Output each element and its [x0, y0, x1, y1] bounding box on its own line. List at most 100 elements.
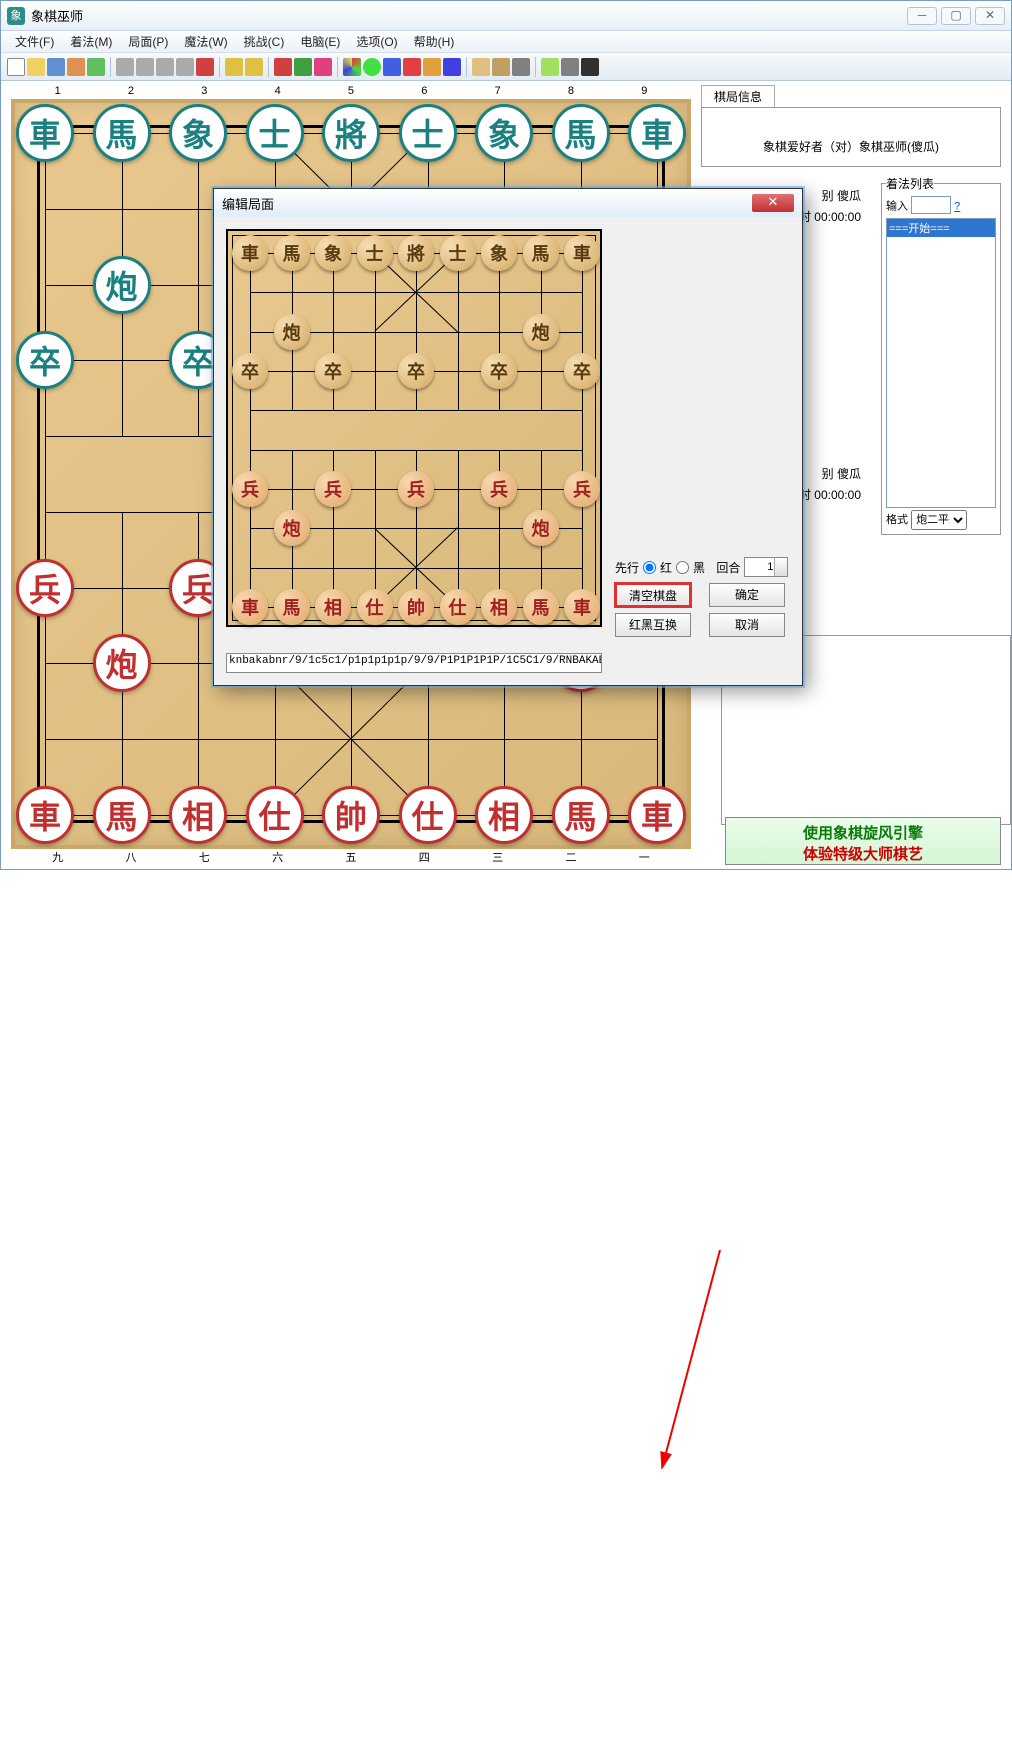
- piece[interactable]: 士: [246, 104, 304, 162]
- screen-icon[interactable]: [383, 58, 401, 76]
- mini-piece[interactable]: 兵: [398, 471, 434, 507]
- menu-computer[interactable]: 电脑(E): [292, 33, 348, 50]
- laptop-icon[interactable]: [512, 58, 530, 76]
- minimize-button[interactable]: ─: [907, 7, 937, 25]
- save-icon[interactable]: [47, 58, 65, 76]
- banner[interactable]: 使用象棋旋风引擎 体验特级大师棋艺: [725, 817, 1001, 865]
- piece[interactable]: 馬: [93, 104, 151, 162]
- piece[interactable]: 士: [399, 104, 457, 162]
- computer-icon[interactable]: [561, 58, 579, 76]
- mini-piece[interactable]: 馬: [274, 235, 310, 271]
- piece[interactable]: 相: [169, 786, 227, 844]
- piece[interactable]: 相: [475, 786, 533, 844]
- next-icon[interactable]: [156, 58, 174, 76]
- mini-piece[interactable]: 相: [481, 589, 517, 625]
- clear-board-button[interactable]: 清空棋盘: [615, 583, 691, 607]
- piece[interactable]: 卒: [16, 331, 74, 389]
- mini-piece[interactable]: 兵: [481, 471, 517, 507]
- prev-icon[interactable]: [136, 58, 154, 76]
- mini-piece[interactable]: 車: [564, 235, 600, 271]
- mini-piece[interactable]: 卒: [398, 353, 434, 389]
- swap-colors-button[interactable]: 红黑互换: [615, 613, 691, 637]
- rec-icon[interactable]: [274, 58, 292, 76]
- colorwheel-icon[interactable]: [343, 58, 361, 76]
- notebook-icon[interactable]: [472, 58, 490, 76]
- side-red-radio[interactable]: [643, 561, 656, 574]
- green-ball-icon[interactable]: [363, 58, 381, 76]
- menu-options[interactable]: 选项(O): [348, 33, 405, 50]
- grid-icon[interactable]: [314, 58, 332, 76]
- mini-piece[interactable]: 仕: [440, 589, 476, 625]
- mini-piece[interactable]: 將: [398, 235, 434, 271]
- export-icon[interactable]: [87, 58, 105, 76]
- piece[interactable]: 象: [475, 104, 533, 162]
- piece[interactable]: 馬: [93, 786, 151, 844]
- sound-icon[interactable]: [541, 58, 559, 76]
- mini-piece[interactable]: 車: [232, 589, 268, 625]
- cancel-button[interactable]: 取消: [709, 613, 785, 637]
- mini-piece[interactable]: 炮: [523, 314, 559, 350]
- open-icon[interactable]: [27, 58, 45, 76]
- mini-piece[interactable]: 帥: [398, 589, 434, 625]
- book-icon[interactable]: [67, 58, 85, 76]
- format-select[interactable]: 炮二平五: [911, 510, 967, 530]
- mini-piece[interactable]: 炮: [274, 510, 310, 546]
- mini-piece[interactable]: 士: [357, 235, 393, 271]
- last-icon[interactable]: [176, 58, 194, 76]
- round-spinner[interactable]: 1: [744, 557, 788, 577]
- menu-magic[interactable]: 魔法(W): [176, 33, 235, 50]
- mini-piece[interactable]: 卒: [564, 353, 600, 389]
- move-input[interactable]: [911, 196, 951, 214]
- mini-piece[interactable]: 卒: [315, 353, 351, 389]
- mini-piece[interactable]: 象: [481, 235, 517, 271]
- mini-piece[interactable]: 炮: [274, 314, 310, 350]
- tab-game-info[interactable]: 棋局信息: [701, 85, 775, 107]
- side-black-radio[interactable]: [676, 561, 689, 574]
- piece[interactable]: 車: [16, 104, 74, 162]
- paste-icon[interactable]: [245, 58, 263, 76]
- mini-piece[interactable]: 兵: [315, 471, 351, 507]
- mini-piece[interactable]: 車: [232, 235, 268, 271]
- piece[interactable]: 仕: [246, 786, 304, 844]
- mini-piece[interactable]: 象: [315, 235, 351, 271]
- mini-piece[interactable]: 炮: [523, 510, 559, 546]
- piece[interactable]: 仕: [399, 786, 457, 844]
- menu-help[interactable]: 帮助(H): [406, 33, 463, 50]
- piece[interactable]: 馬: [552, 104, 610, 162]
- mini-piece[interactable]: 卒: [232, 353, 268, 389]
- piece[interactable]: 車: [16, 786, 74, 844]
- piece[interactable]: 將: [322, 104, 380, 162]
- weibo-icon[interactable]: [403, 58, 421, 76]
- mini-piece[interactable]: 馬: [523, 589, 559, 625]
- cloud-icon[interactable]: [443, 58, 461, 76]
- piece[interactable]: 炮: [93, 634, 151, 692]
- piece[interactable]: 炮: [93, 256, 151, 314]
- piece[interactable]: 兵: [16, 559, 74, 617]
- dialog-close-button[interactable]: ✕: [752, 194, 794, 212]
- mini-board[interactable]: 車馬象士將士象馬車炮炮卒卒卒卒卒兵兵兵兵兵炮炮車馬相仕帥仕相馬車: [226, 229, 602, 627]
- menu-position[interactable]: 局面(P): [120, 33, 176, 50]
- mini-piece[interactable]: 士: [440, 235, 476, 271]
- mini-piece[interactable]: 兵: [232, 471, 268, 507]
- mini-piece[interactable]: 馬: [523, 235, 559, 271]
- fen-display[interactable]: knbakabnr/9/1c5c1/p1p1p1p1p/9/9/P1P1P1P1…: [226, 653, 602, 673]
- piece[interactable]: 馬: [552, 786, 610, 844]
- new-icon[interactable]: [7, 58, 25, 76]
- stop-icon[interactable]: [581, 58, 599, 76]
- piece[interactable]: 車: [628, 104, 686, 162]
- mini-piece[interactable]: 相: [315, 589, 351, 625]
- mini-piece[interactable]: 兵: [564, 471, 600, 507]
- mini-piece[interactable]: 仕: [357, 589, 393, 625]
- mini-piece[interactable]: 車: [564, 589, 600, 625]
- copy-icon[interactable]: [225, 58, 243, 76]
- clock-icon[interactable]: [492, 58, 510, 76]
- undo-icon[interactable]: [196, 58, 214, 76]
- piece[interactable]: 車: [628, 786, 686, 844]
- moves-list[interactable]: ===开始===: [886, 218, 996, 508]
- piece[interactable]: 帥: [322, 786, 380, 844]
- menu-file[interactable]: 文件(F): [7, 33, 62, 50]
- menu-moves[interactable]: 着法(M): [62, 33, 120, 50]
- first-icon[interactable]: [116, 58, 134, 76]
- play-icon[interactable]: [294, 58, 312, 76]
- mini-piece[interactable]: 卒: [481, 353, 517, 389]
